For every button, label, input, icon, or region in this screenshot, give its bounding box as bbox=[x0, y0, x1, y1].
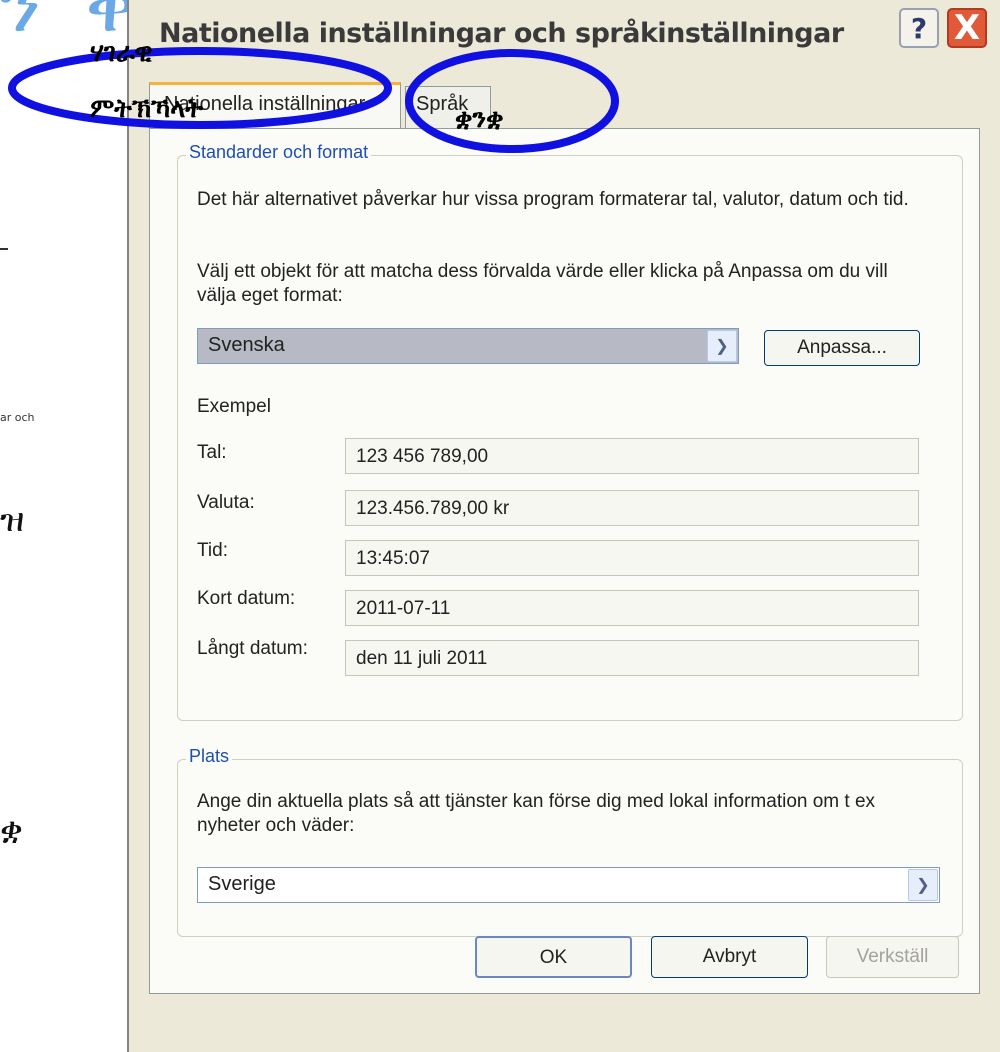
cancel-button[interactable]: Avbryt bbox=[651, 936, 808, 978]
background-glyph: ቋ bbox=[0, 810, 23, 850]
background-tick-mark bbox=[0, 248, 8, 250]
location-select-value: Sverige bbox=[208, 873, 276, 895]
annotation-ellipse-language bbox=[405, 49, 619, 153]
background-glyph: ዝ bbox=[0, 500, 25, 540]
examples-heading: Exempel bbox=[197, 396, 271, 417]
example-value-short-date: 2011-07-11 bbox=[345, 590, 919, 626]
group-title: Plats bbox=[186, 746, 233, 767]
location-description: Ange din aktuella plats så att tjänster … bbox=[197, 791, 876, 836]
locale-select-value: Svenska bbox=[208, 334, 285, 356]
background-text-fragment: ar och bbox=[0, 411, 35, 424]
example-label-short-date: Kort datum: bbox=[197, 588, 296, 609]
location-select[interactable]: Sverige ❯ bbox=[197, 867, 940, 903]
ok-button[interactable]: OK bbox=[475, 936, 632, 978]
chevron-down-icon[interactable]: ❯ bbox=[707, 330, 737, 362]
standards-instruction: Välj ett objekt för att matcha dess förv… bbox=[197, 261, 888, 306]
example-label-number: Tal: bbox=[197, 442, 227, 463]
example-value-long-date: den 11 juli 2011 bbox=[345, 640, 919, 676]
example-value-time: 13:45:07 bbox=[345, 540, 919, 576]
annotation-label-regional-line2: ምትኽኻላት bbox=[90, 94, 203, 124]
locale-select[interactable]: Svenska ❯ bbox=[197, 328, 739, 364]
apply-button[interactable]: Verkställ bbox=[826, 936, 959, 978]
example-label-long-date: Långt datum: bbox=[197, 638, 308, 659]
example-label-time: Tid: bbox=[197, 540, 228, 561]
chevron-down-icon[interactable]: ❯ bbox=[908, 869, 938, 901]
annotation-label-language: ቋንቋ bbox=[455, 104, 504, 134]
example-value-number: 123 456 789,00 bbox=[345, 438, 919, 474]
customize-button[interactable]: Anpassa... bbox=[764, 330, 920, 366]
tab-panel: Standarder och format Det här alternativ… bbox=[149, 128, 980, 994]
example-value-currency: 123.456.789,00 kr bbox=[345, 490, 919, 526]
standards-and-formats-group: Standarder och format Det här alternativ… bbox=[177, 142, 963, 721]
example-label-currency: Valuta: bbox=[197, 492, 255, 513]
annotation-label-regional-line1: ሃገራዊ bbox=[90, 38, 153, 68]
location-group: Plats Ange din aktuella plats så att tjä… bbox=[177, 746, 963, 937]
